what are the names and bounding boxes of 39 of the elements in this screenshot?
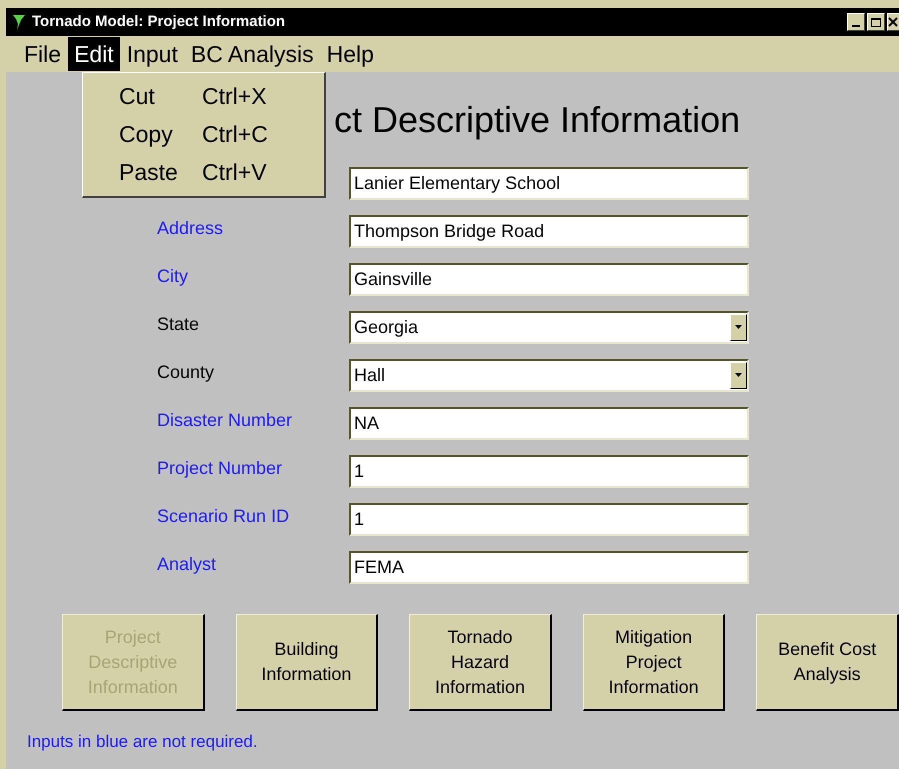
dropdown-field[interactable]: Georgia <box>349 310 749 344</box>
menu-item[interactable]: BC Analysis <box>184 37 320 71</box>
maximize-button[interactable] <box>867 13 885 31</box>
text-input[interactable]: Lanier Elementary School <box>349 166 749 200</box>
field-label: County <box>157 362 214 382</box>
page-heading: ct Descriptive Information <box>334 98 740 142</box>
field-label: Scenario Run ID <box>157 506 290 526</box>
footer-note: Inputs in blue are not required. <box>27 732 258 751</box>
tornado-icon <box>12 13 26 31</box>
field-label: Address <box>157 218 224 238</box>
field-label: Disaster Number <box>157 410 292 430</box>
text-input[interactable]: Gainsville <box>349 262 749 296</box>
nav-button[interactable]: Tornado Hazard Information <box>409 614 552 711</box>
text-input[interactable]: Thompson Bridge Road <box>349 214 749 248</box>
text-input[interactable]: 1 <box>349 454 749 488</box>
dropdown-field[interactable]: Hall <box>349 358 749 392</box>
text-input[interactable]: FEMA <box>349 550 749 584</box>
field-label: Analyst <box>157 554 216 574</box>
shortcut-text: Ctrl+V <box>202 158 267 187</box>
menu-item[interactable]: Edit <box>68 37 120 71</box>
minimize-button[interactable] <box>847 13 865 31</box>
close-button[interactable] <box>887 13 899 31</box>
field-label: State <box>157 314 200 334</box>
text-input[interactable]: 1 <box>349 502 749 536</box>
nav-button[interactable]: Building Information <box>236 614 378 711</box>
shortcut-text: Ctrl+C <box>202 120 268 149</box>
menu-option[interactable]: Copy <box>83 116 202 152</box>
menu-option[interactable]: Paste <box>83 154 202 190</box>
field-label: City <box>157 266 188 286</box>
menu-item[interactable]: Help <box>320 37 380 71</box>
window-title: Tornado Model: Project Information <box>32 12 286 32</box>
field-label: Project Number <box>157 458 282 478</box>
shortcut-text: Ctrl+X <box>202 82 267 111</box>
nav-button[interactable]: Mitigation Project Information <box>582 614 726 711</box>
nav-button[interactable]: Benefit Cost Analysis <box>756 614 899 711</box>
menu-option[interactable]: Cut <box>83 78 202 114</box>
menu-item[interactable]: File <box>18 37 68 71</box>
text-input[interactable]: NA <box>349 406 749 440</box>
menu-item[interactable]: Input <box>120 37 184 71</box>
